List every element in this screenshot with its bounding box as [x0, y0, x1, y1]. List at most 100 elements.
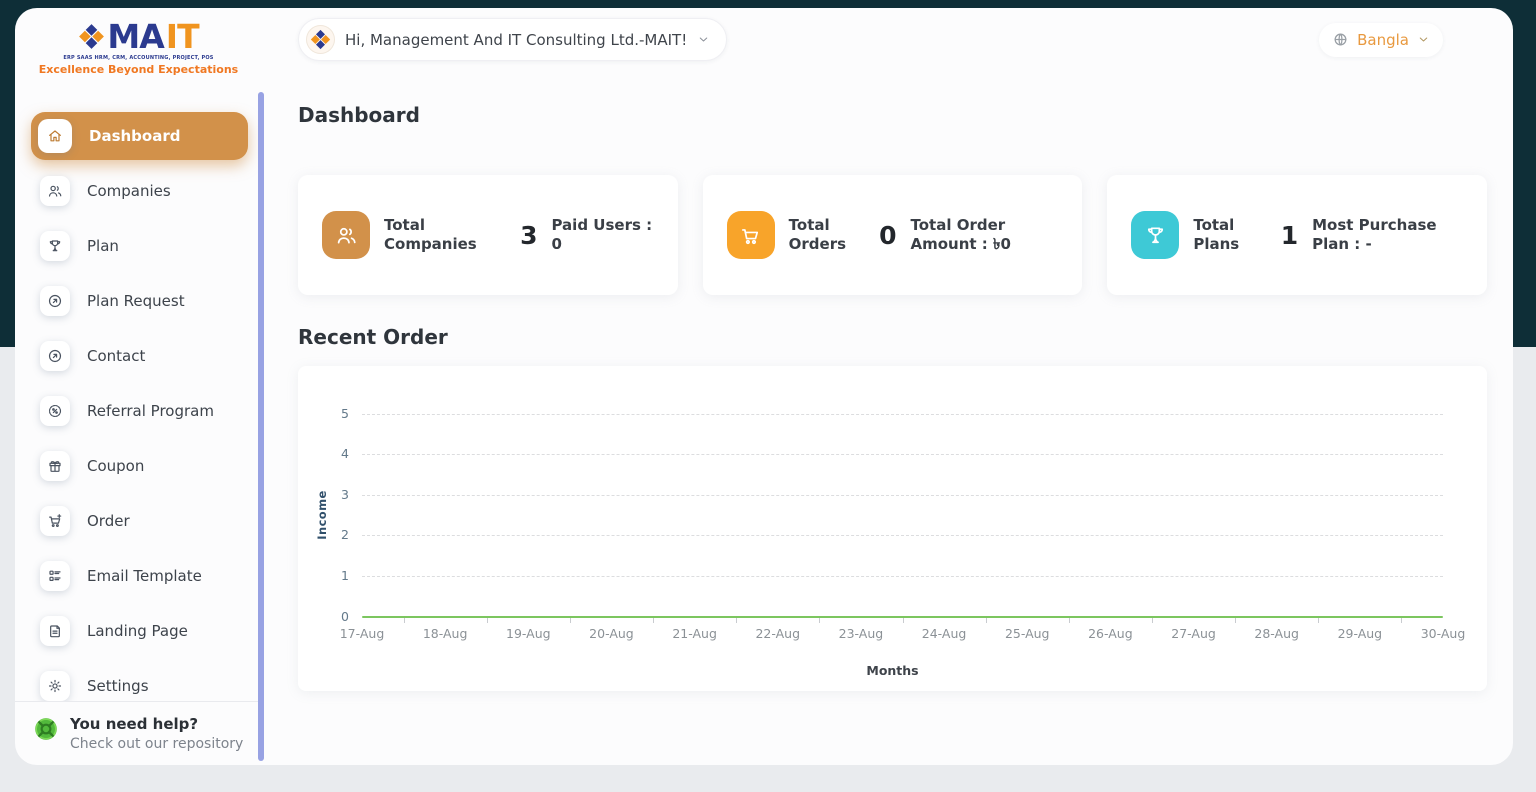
- arrow-up-right-circle-icon: [40, 341, 70, 371]
- list-layout-icon: [40, 561, 70, 591]
- users-icon: [40, 176, 70, 206]
- sidebar: MAIT ERP SAAS HRM, CRM, ACCOUNTING, PROJ…: [15, 8, 262, 765]
- y-tick-label: 2: [341, 527, 349, 542]
- stat-card-total-orders: Total Orders 0 Total Order Amount : ৳0: [703, 175, 1083, 295]
- x-tick-mark: [1318, 618, 1319, 623]
- stat-extra: Paid Users : 0: [551, 216, 653, 255]
- scroll-icon: [40, 616, 70, 646]
- recent-order-chart: Income 17-Aug18-Aug19-Aug20-Aug21-Aug22-…: [298, 366, 1487, 691]
- logo-tagline: Excellence Beyond Expectations: [15, 63, 262, 76]
- y-tick-label: 4: [341, 446, 349, 461]
- y-tick-label: 5: [341, 405, 349, 420]
- y-tick-label: 0: [341, 608, 349, 623]
- stat-label: Total Companies: [384, 216, 506, 254]
- main-content: Hi, Management And IT Consulting Ltd.-MA…: [262, 8, 1513, 765]
- diamond-logo-icon: [310, 29, 331, 50]
- app-window: MAIT ERP SAAS HRM, CRM, ACCOUNTING, PROJ…: [15, 8, 1513, 765]
- sidebar-item-label: Landing Page: [87, 622, 188, 640]
- stat-card-total-plans: Total Plans 1 Most Purchase Plan : -: [1107, 175, 1487, 295]
- cart-icon: [727, 211, 775, 259]
- grid-line: [362, 495, 1443, 496]
- x-tick-mark: [1235, 618, 1236, 623]
- x-tick-label: 24-Aug: [922, 626, 967, 641]
- sidebar-item-label: Settings: [87, 677, 149, 695]
- x-tick-mark: [986, 618, 987, 623]
- stat-extra: Total Order Amount : ৳0: [911, 216, 1059, 255]
- home-icon: [38, 119, 72, 153]
- sidebar-item-email-template[interactable]: Email Template: [31, 552, 248, 600]
- sidebar-item-order[interactable]: Order: [31, 497, 248, 545]
- x-tick-label: 20-Aug: [589, 626, 634, 641]
- sidebar-item-label: Dashboard: [89, 127, 180, 145]
- sidebar-nav: Dashboard Companies Plan Plan Request: [15, 102, 262, 701]
- sidebar-item-label: Plan: [87, 237, 119, 255]
- stat-value: 1: [1281, 221, 1298, 250]
- avatar: [306, 25, 335, 54]
- page-title: Dashboard: [298, 103, 1487, 127]
- x-tick-label: 27-Aug: [1171, 626, 1216, 641]
- x-tick-mark: [819, 618, 820, 623]
- sidebar-scrollbar[interactable]: [258, 92, 264, 761]
- x-axis-labels: 17-Aug18-Aug19-Aug20-Aug21-Aug22-Aug23-A…: [362, 617, 1443, 649]
- sidebar-item-label: Companies: [87, 182, 171, 200]
- topbar: Hi, Management And IT Consulting Ltd.-MA…: [298, 18, 1487, 61]
- lifebuoy-icon: [33, 716, 59, 742]
- logo-text-secondary: IT: [166, 20, 199, 53]
- sidebar-item-landing-page[interactable]: Landing Page: [31, 607, 248, 655]
- x-tick-mark: [1069, 618, 1070, 623]
- sidebar-item-settings[interactable]: Settings: [31, 662, 248, 701]
- language-label: Bangla: [1357, 31, 1409, 49]
- sidebar-item-referral-program[interactable]: Referral Program: [31, 387, 248, 435]
- x-tick-label: 17-Aug: [340, 626, 385, 641]
- sidebar-item-label: Plan Request: [87, 292, 185, 310]
- account-dropdown[interactable]: Hi, Management And IT Consulting Ltd.-MA…: [298, 18, 727, 61]
- help-section[interactable]: You need help? Check out our repository: [15, 701, 262, 765]
- stat-label: Total Orders: [789, 216, 865, 254]
- diamond-logo-icon: [78, 23, 105, 50]
- x-tick-label: 26-Aug: [1088, 626, 1133, 641]
- x-tick-label: 29-Aug: [1338, 626, 1383, 641]
- sidebar-item-coupon[interactable]: Coupon: [31, 442, 248, 490]
- x-tick-label: 28-Aug: [1254, 626, 1299, 641]
- trophy-icon: [40, 231, 70, 261]
- x-tick-mark: [404, 618, 405, 623]
- sidebar-item-plan-request[interactable]: Plan Request: [31, 277, 248, 325]
- chevron-down-icon: [697, 33, 710, 46]
- stat-value: 0: [879, 221, 896, 250]
- x-tick-mark: [1401, 618, 1402, 623]
- sidebar-item-dashboard[interactable]: Dashboard: [31, 112, 248, 160]
- help-subtitle[interactable]: Check out our repository: [70, 735, 243, 755]
- x-tick-mark: [570, 618, 571, 623]
- x-tick-mark: [653, 618, 654, 623]
- sidebar-item-label: Email Template: [87, 567, 202, 585]
- x-tick-label: 21-Aug: [672, 626, 717, 641]
- logo-subtitle: ERP SAAS HRM, CRM, ACCOUNTING, PROJECT, …: [15, 55, 262, 61]
- badge-percent-icon: [40, 396, 70, 426]
- chevron-down-icon: [1417, 33, 1430, 46]
- y-tick-label: 1: [341, 568, 349, 583]
- stat-value: 3: [520, 221, 537, 250]
- app-logo[interactable]: MAIT ERP SAAS HRM, CRM, ACCOUNTING, PROJ…: [15, 8, 262, 102]
- gift-icon: [40, 451, 70, 481]
- sidebar-item-plan[interactable]: Plan: [31, 222, 248, 270]
- stat-label: Total Plans: [1193, 216, 1266, 254]
- x-tick-mark: [903, 618, 904, 623]
- x-tick-label: 30-Aug: [1421, 626, 1466, 641]
- sidebar-item-companies[interactable]: Companies: [31, 167, 248, 215]
- sidebar-item-label: Order: [87, 512, 130, 530]
- sidebar-item-contact[interactable]: Contact: [31, 332, 248, 380]
- cart-plus-icon: [40, 506, 70, 536]
- chart-plot: Income 17-Aug18-Aug19-Aug20-Aug21-Aug22-…: [362, 414, 1443, 617]
- gear-icon: [40, 671, 70, 701]
- stat-extra: Most Purchase Plan : -: [1312, 216, 1463, 255]
- x-tick-label: 22-Aug: [755, 626, 800, 641]
- language-selector[interactable]: Bangla: [1319, 23, 1443, 57]
- sidebar-item-label: Referral Program: [87, 402, 214, 420]
- grid-line: [362, 454, 1443, 455]
- logo-text-primary: MA: [107, 20, 163, 53]
- trophy-icon: [1131, 211, 1179, 259]
- greeting-text: Hi, Management And IT Consulting Ltd.-MA…: [345, 31, 687, 49]
- stats-row: Total Companies 3 Paid Users : 0 Total O…: [298, 175, 1487, 295]
- x-tick-label: 23-Aug: [839, 626, 884, 641]
- grid-line: [362, 414, 1443, 415]
